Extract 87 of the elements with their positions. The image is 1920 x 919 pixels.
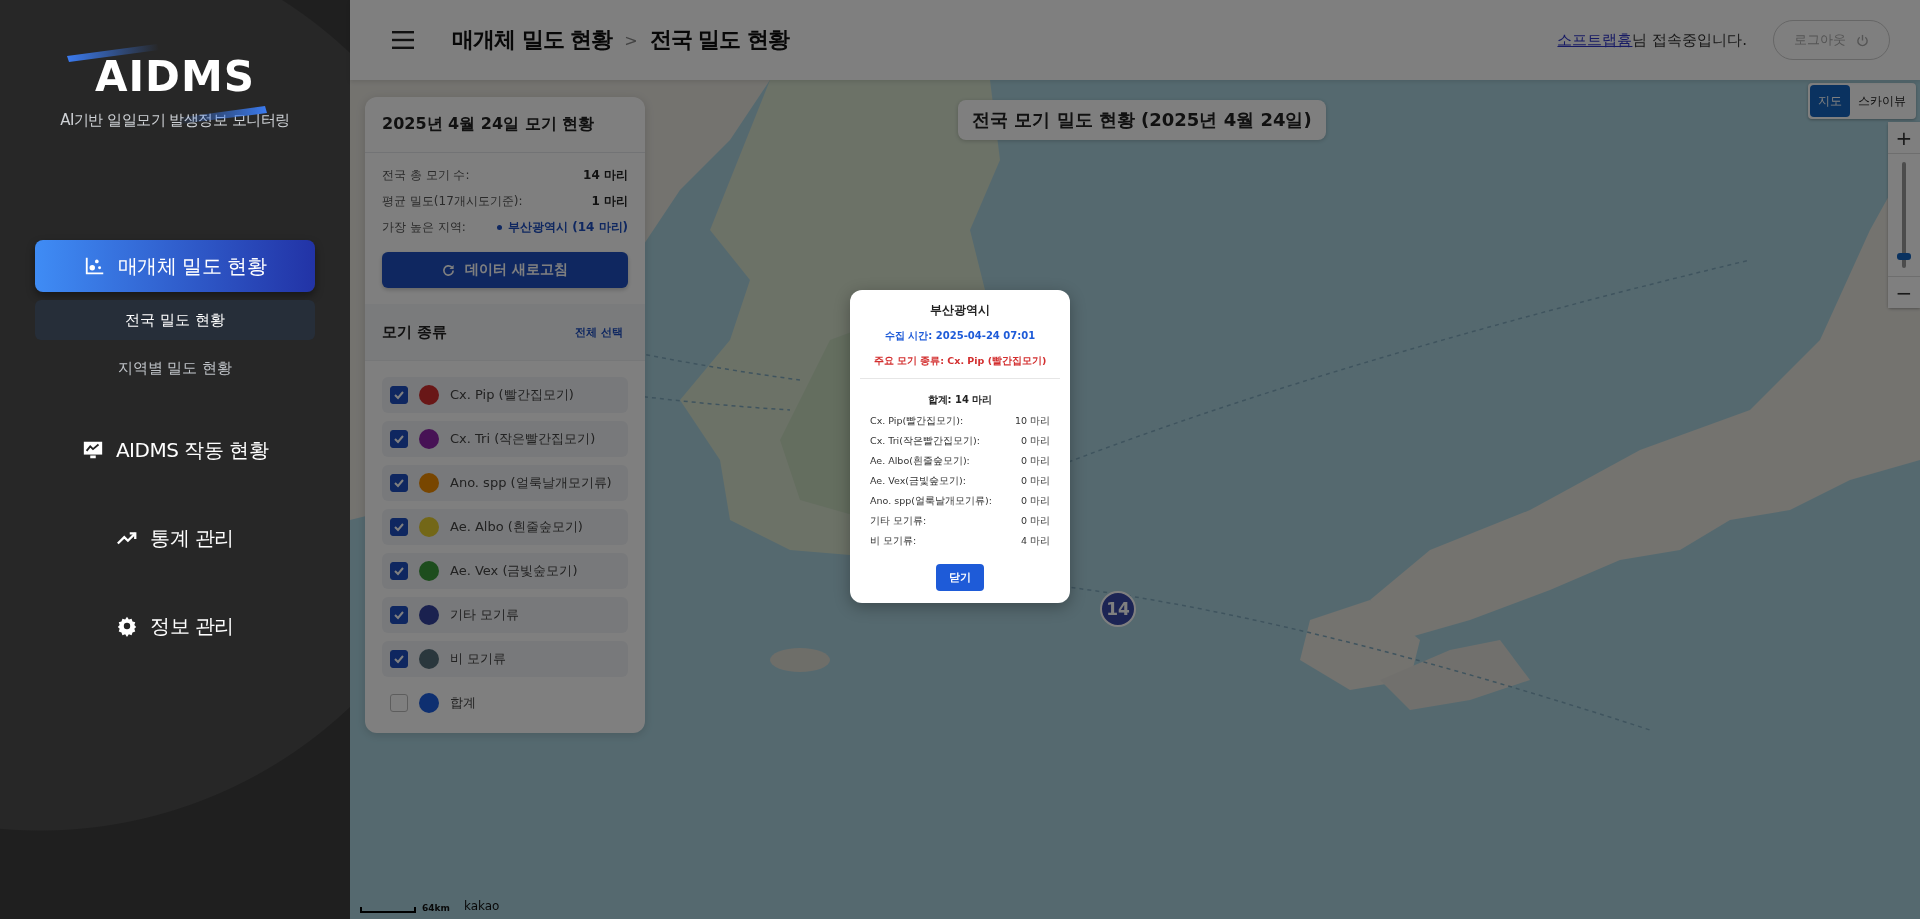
count-value: 0 마리 bbox=[1020, 435, 1050, 448]
species-row[interactable]: Ano. spp (얼룩날개모기류) bbox=[382, 465, 628, 501]
logo-text: AIDMS bbox=[94, 52, 255, 101]
bullet-icon bbox=[496, 225, 502, 230]
species-label: Ano. spp (얼룩날개모기류) bbox=[450, 474, 612, 492]
power-icon bbox=[1856, 33, 1869, 47]
submenu-item[interactable]: 전국 밀도 현황 bbox=[35, 300, 315, 340]
species-label: 비 모기류 bbox=[450, 650, 507, 668]
menu-item[interactable]: AIDMS 작동 현황 bbox=[35, 424, 315, 476]
count-label: Ae. Albo(흰줄숲모기): bbox=[870, 455, 970, 468]
breadcrumb-separator: > bbox=[624, 30, 638, 50]
count-label: Ano. spp(얼룩날개모기류): bbox=[870, 495, 992, 508]
checkmark-icon bbox=[393, 521, 405, 533]
species-row[interactable]: 비 모기류 bbox=[382, 641, 628, 677]
menu-item[interactable]: 정보 관리 bbox=[35, 600, 315, 652]
menu-item[interactable]: 매개체 밀도 현황 bbox=[35, 240, 315, 292]
checkbox[interactable] bbox=[390, 518, 408, 536]
species-row[interactable]: Ae. Vex (금빛숲모기) bbox=[382, 553, 628, 589]
count-label: 기타 모기류: bbox=[870, 515, 927, 528]
stat-label: 전국 총 모기 수: bbox=[382, 167, 470, 184]
species-label: Cx. Tri (작은빨간집모기) bbox=[450, 430, 596, 448]
checkmark-icon bbox=[393, 565, 405, 577]
menu-icon bbox=[392, 31, 414, 49]
count-value: 10 마리 bbox=[1014, 415, 1050, 428]
scale-bar bbox=[360, 907, 416, 913]
monitor-chart-icon bbox=[81, 439, 104, 461]
species-label: Ae. Vex (금빛숲모기) bbox=[450, 562, 578, 580]
count-value: 0 마리 bbox=[1020, 475, 1050, 488]
checkmark-icon bbox=[393, 389, 405, 401]
count-value: 0 마리 bbox=[1020, 495, 1050, 508]
checkbox[interactable] bbox=[390, 474, 408, 492]
stat-value: 14 마리 bbox=[583, 167, 628, 184]
checkbox[interactable] bbox=[390, 694, 408, 712]
species-row[interactable]: Cx. Tri (작은빨간집모기) bbox=[382, 421, 628, 457]
checkbox[interactable] bbox=[390, 606, 408, 624]
map-type-tab[interactable]: 지도 bbox=[1810, 85, 1850, 117]
app-subtitle: AI기반 일일모기 발생정보 모니터링 bbox=[60, 111, 290, 130]
select-all-link[interactable]: 전체 선택 bbox=[575, 324, 623, 340]
close-button[interactable]: 닫기 bbox=[936, 564, 984, 591]
menu-item[interactable]: 통계 관리 bbox=[35, 512, 315, 564]
collection-time: 수집 시간: 2025-04-24 07:01 bbox=[884, 329, 1036, 343]
zoom-slider-track[interactable] bbox=[1902, 162, 1906, 268]
popup-title: 부산광역시 bbox=[930, 302, 990, 319]
checkmark-icon bbox=[393, 609, 405, 621]
total-count: 합계: 14 마리 bbox=[927, 393, 993, 407]
species-row[interactable]: Cx. Pip (빨간집모기) bbox=[382, 377, 628, 413]
greeting-text: 님 접속중입니다. bbox=[1632, 30, 1747, 50]
species-label: 기타 모기류 bbox=[450, 606, 520, 624]
count-label: Cx. Tri(작은빨간집모기): bbox=[870, 435, 980, 448]
scatter-chart-icon bbox=[83, 255, 106, 277]
species-label: Cx. Pip (빨간집모기) bbox=[450, 386, 574, 404]
map-attribution: kakao bbox=[463, 899, 500, 913]
zoom-slider-thumb[interactable] bbox=[1897, 253, 1911, 261]
scale-label: 64km bbox=[422, 903, 450, 913]
submenu-item[interactable]: 지역별 밀도 현황 bbox=[35, 348, 315, 388]
breadcrumb-item[interactable]: 매개체 밀도 현황 bbox=[452, 25, 613, 55]
count-value: 0 마리 bbox=[1020, 515, 1050, 528]
species-label: Ae. Albo (흰줄숲모기) bbox=[450, 518, 583, 536]
stat-value[interactable]: 부산광역시 (14 마리) bbox=[507, 219, 628, 236]
stat-label: 가장 높은 지역: bbox=[382, 219, 466, 236]
stat-label: 평균 밀도(17개시도기준): bbox=[382, 193, 523, 210]
map-type-tab[interactable]: 스카이뷰 bbox=[1850, 85, 1914, 117]
breadcrumb-item: 전국 밀도 현황 bbox=[649, 26, 790, 54]
main-species: 주요 모기 종류: Cx. Pip (빨간집모기) bbox=[873, 355, 1047, 368]
user-link[interactable]: 소프트랩흄 bbox=[1557, 30, 1633, 50]
checkbox[interactable] bbox=[390, 386, 408, 404]
count-label: 비 모기류: bbox=[870, 535, 917, 548]
checkmark-icon bbox=[393, 433, 405, 445]
checkbox[interactable] bbox=[390, 562, 408, 580]
checkbox[interactable] bbox=[390, 430, 408, 448]
species-label: 합계 bbox=[450, 694, 476, 712]
refresh-button[interactable]: 데이터 새로고침 bbox=[382, 252, 628, 288]
stat-value: 1 마리 bbox=[591, 193, 628, 210]
checkmark-icon bbox=[393, 653, 405, 665]
section-title: 모기 종류 bbox=[382, 322, 448, 342]
refresh-icon bbox=[442, 263, 456, 277]
count-label: Cx. Pip(빨간집모기): bbox=[870, 415, 964, 428]
checkmark-icon bbox=[393, 477, 405, 489]
map-title: 전국 모기 밀도 현황 (2025년 4월 24일) bbox=[958, 100, 1326, 140]
panel-title: 2025년 4월 24일 모기 현황 bbox=[365, 97, 645, 153]
species-row[interactable]: 기타 모기류 bbox=[382, 597, 628, 633]
count-value: 4 마리 bbox=[1020, 535, 1050, 548]
count-value: 0 마리 bbox=[1020, 455, 1050, 468]
species-row[interactable]: Ae. Albo (흰줄숲모기) bbox=[382, 509, 628, 545]
count-label: Ae. Vex(금빛숲모기): bbox=[870, 475, 966, 488]
checkbox[interactable] bbox=[390, 650, 408, 668]
settings-icon bbox=[116, 615, 139, 637]
